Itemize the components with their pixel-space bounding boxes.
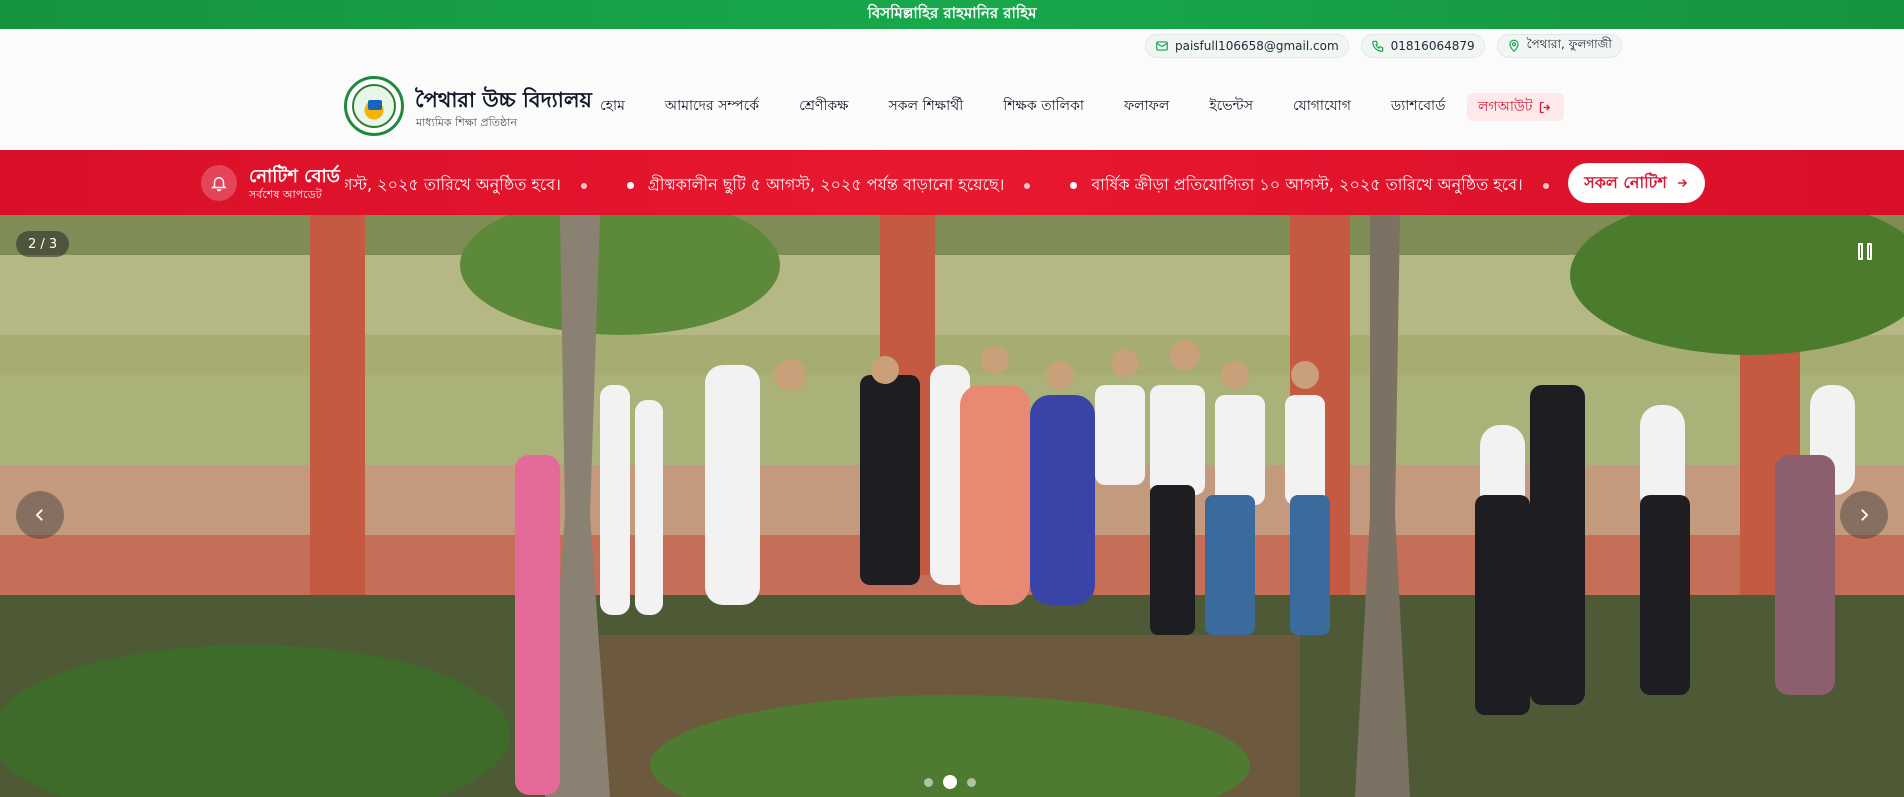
all-notices-label: সকল নোটিশ [1584, 172, 1667, 192]
site-header [0, 0, 1904, 150]
ticker-separator [1024, 182, 1031, 189]
ticker-item[interactable]: গস্ট, ২০২৫ তারিখে অনুষ্ঠিত হবে। [345, 172, 627, 199]
slide-dot-3[interactable] [967, 777, 976, 787]
phone-text: 01816064879 [1390, 39, 1475, 53]
school-logo[interactable] [344, 76, 404, 136]
ticker-bullet [1070, 182, 1078, 189]
main-nav: হোম আমাদের সম্পর্কে শ্রেণীকক্ষ সকল শিক্ষ… [600, 92, 1485, 120]
previous-slide-button[interactable] [16, 491, 64, 539]
ticker-text: গস্ট, ২০২৫ তারিখে অনুষ্ঠিত হবে। [345, 175, 561, 194]
nav-results[interactable]: ফলাফল [1124, 94, 1169, 118]
ticker-item[interactable]: বার্ষিক ক্রীড়া প্রতিযোগিতা ১০ আগস্ট, ২০… [1070, 172, 1550, 199]
logout-button[interactable]: লগআউট [1467, 93, 1565, 121]
logo-emblem [352, 84, 396, 128]
chevron-left-icon [35, 509, 43, 521]
next-slide-button[interactable] [1840, 491, 1888, 539]
slide-counter: 2 / 3 [16, 231, 70, 257]
email-text: paisfull106658@gmail.com [1175, 39, 1339, 53]
ticker-text: বার্ষিক ক্রীড়া প্রতিযোগিতা ১০ আগস্ট, ২০… [1091, 175, 1523, 194]
ticker-item[interactable]: গ্রীষ্মকালীন ছুটি ৫ আগস্ট, ২০২৫ পর্যন্ত … [626, 172, 1071, 199]
nav-dashboard[interactable]: ড্যাশবোর্ড [1391, 94, 1446, 118]
nav-students[interactable]: সকল শিক্ষার্থী [889, 94, 964, 118]
arrow-right-icon [1677, 178, 1687, 188]
nav-teachers[interactable]: শিক্ষক তালিকা [1003, 94, 1084, 118]
bell-icon [201, 165, 237, 201]
chevron-right-icon [1861, 509, 1869, 521]
pause-bar-right [1867, 243, 1872, 260]
nav-events[interactable]: ইভেন্টস [1209, 94, 1253, 118]
ticker-text: গ্রীষ্মকালীন ছুটি ৫ আগস্ট, ২০২৫ পর্যন্ত … [647, 175, 1005, 194]
pause-bar-left [1858, 243, 1863, 260]
email-pill[interactable]: paisfull106658@gmail.com [1145, 34, 1349, 58]
nav-home[interactable]: হোম [600, 94, 625, 118]
contact-strip: paisfull106658@gmail.com 01816064879 পৈথ… [1145, 34, 1622, 58]
notice-bar: নোটিশ বোর্ড সর্বশেষ আপডেট গস্ট, ২০২৫ তার… [0, 150, 1904, 215]
ticker-separator [1542, 182, 1549, 189]
all-notices-button[interactable]: সকল নোটিশ [1568, 163, 1705, 203]
pause-button[interactable] [1858, 243, 1876, 261]
slide-dot-1[interactable] [924, 777, 933, 787]
phone-icon [1371, 40, 1383, 52]
school-tagline: মাধ্যমিক শিক্ষা প্রতিষ্ঠান [416, 116, 517, 129]
slide-indicators [924, 775, 976, 789]
ticker-separator [580, 182, 587, 189]
slide-dot-2[interactable] [943, 775, 957, 789]
location-text: পৈথারা, ফুলগাজী [1526, 37, 1612, 51]
nav-contact[interactable]: যোগাযোগ [1293, 94, 1351, 118]
notice-ticker: গস্ট, ২০২৫ তারিখে অনুষ্ঠিত হবে। গ্রীষ্মক… [345, 150, 1550, 215]
logout-icon [1540, 101, 1551, 113]
map-pin-icon [1508, 39, 1519, 53]
nav-classrooms[interactable]: শ্রেণীকক্ষ [799, 94, 848, 118]
phone-pill[interactable]: 01816064879 [1360, 34, 1485, 58]
location-pill[interactable]: পৈথারা, ফুলগাজী [1496, 34, 1622, 58]
logout-label: লগআউট [1478, 99, 1533, 115]
nav-about[interactable]: আমাদের সম্পর্কে [665, 94, 759, 118]
slide-photo [0, 215, 1904, 797]
ticker-bullet [626, 182, 634, 189]
notice-board-subtitle: সর্বশেষ আপডেট [249, 188, 322, 201]
hero-slider: 2 / 3 [0, 215, 1904, 797]
mail-icon [1156, 41, 1168, 51]
